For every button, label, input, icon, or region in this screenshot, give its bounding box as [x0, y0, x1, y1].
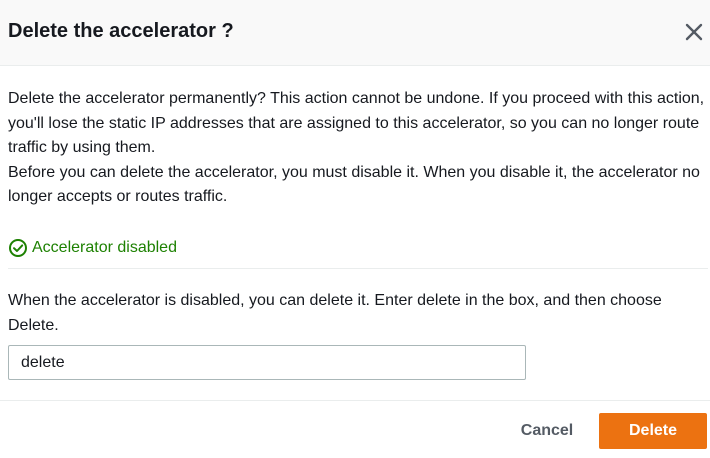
confirm-delete-input[interactable]	[8, 345, 526, 380]
delete-accelerator-modal: Delete the accelerator ? Delete the acce…	[0, 0, 710, 458]
modal-title: Delete the accelerator ?	[8, 20, 234, 42]
close-button[interactable]	[680, 18, 708, 46]
modal-body-text: Delete the accelerator permanently? This…	[8, 87, 708, 210]
modal-header: Delete the accelerator ?	[0, 0, 710, 66]
status-text: Accelerator disabled	[32, 239, 177, 256]
footer-divider	[0, 400, 710, 401]
warning-paragraph: Delete the accelerator permanently? This…	[8, 90, 705, 156]
delete-button[interactable]: Delete	[599, 413, 707, 449]
disable-requirement-paragraph: Before you can delete the accelerator, y…	[8, 163, 700, 206]
cancel-button[interactable]: Cancel	[504, 414, 590, 448]
section-divider	[8, 268, 708, 269]
check-circle-icon	[9, 239, 27, 257]
status-indicator: Accelerator disabled	[8, 236, 177, 260]
close-icon	[685, 23, 703, 41]
confirm-instruction: When the accelerator is disabled, you ca…	[8, 292, 662, 334]
